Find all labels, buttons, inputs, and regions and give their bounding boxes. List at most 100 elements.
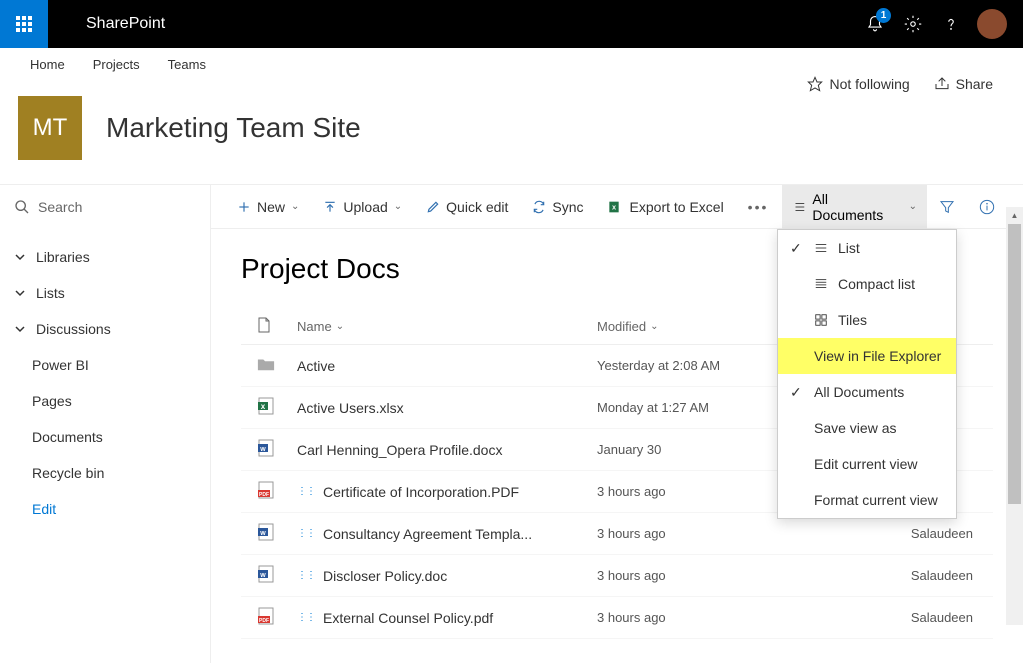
app-launcher[interactable]: [0, 0, 48, 48]
dd-format-view[interactable]: Format current view: [778, 482, 956, 518]
share-button[interactable]: Share: [934, 76, 993, 92]
left-column: Search Libraries Lists Discussions Power…: [0, 185, 210, 663]
col-name-header[interactable]: Name ⌄: [297, 319, 597, 334]
upload-icon: [323, 200, 337, 214]
vertical-scrollbar[interactable]: ▲: [1006, 207, 1023, 625]
tiles-icon: [814, 313, 828, 327]
new-indicator: ⋮⋮: [297, 570, 315, 581]
topnav-projects[interactable]: Projects: [93, 57, 140, 72]
modified-by: Salaudeen: [797, 526, 993, 541]
avatar[interactable]: [977, 9, 1007, 39]
topnav-home[interactable]: Home: [30, 57, 65, 72]
dd-compact[interactable]: Compact list: [778, 266, 956, 302]
view-dropdown: ✓ List Compact list Tiles View in File E…: [777, 229, 957, 519]
notifications-button[interactable]: 1: [863, 12, 887, 36]
file-name[interactable]: ⋮⋮Discloser Policy.doc: [297, 568, 597, 584]
check-icon: ✓: [790, 384, 804, 401]
file-name[interactable]: Active Users.xlsx: [297, 400, 597, 416]
dd-label: Tiles: [838, 312, 867, 328]
nav-item-recyclebin[interactable]: Recycle bin: [0, 455, 210, 491]
site-header: MT Marketing Team Site: [0, 80, 1023, 184]
modified-date: January 30: [597, 442, 797, 457]
follow-share-row: Not following Share: [807, 76, 993, 92]
nav-section-label: Discussions: [36, 321, 111, 337]
scroll-thumb[interactable]: [1008, 224, 1021, 504]
modified-date: 3 hours ago: [597, 610, 797, 625]
view-selector[interactable]: All Documents ⌄: [782, 185, 927, 229]
dd-label: List: [838, 240, 860, 256]
nav-item-powerbi[interactable]: Power BI: [0, 347, 210, 383]
sync-button[interactable]: Sync: [522, 185, 593, 229]
plus-icon: [237, 200, 251, 214]
dd-save-as[interactable]: Save view as: [778, 410, 956, 446]
nav-item-pages[interactable]: Pages: [0, 383, 210, 419]
topnav-teams[interactable]: Teams: [168, 57, 206, 72]
filter-button[interactable]: [927, 185, 967, 229]
site-title[interactable]: Marketing Team Site: [106, 112, 361, 144]
info-button[interactable]: [967, 185, 1007, 229]
nav-item-documents[interactable]: Documents: [0, 419, 210, 455]
dd-label: Edit current view: [814, 456, 917, 472]
search-icon: [14, 199, 30, 215]
file-name[interactable]: ⋮⋮External Counsel Policy.pdf: [297, 610, 597, 626]
cmd-label: Export to Excel: [630, 199, 724, 215]
table-row[interactable]: w⋮⋮Consultancy Agreement Templa...3 hour…: [241, 513, 993, 555]
nav-section-lists[interactable]: Lists: [0, 275, 210, 311]
new-indicator: ⋮⋮: [297, 528, 315, 539]
dd-label: All Documents: [814, 384, 904, 400]
more-button[interactable]: •••: [738, 185, 779, 229]
follow-label: Not following: [829, 76, 909, 92]
modified-by: Salaudeen: [797, 568, 993, 583]
follow-button[interactable]: Not following: [807, 76, 909, 92]
chevron-down-icon: ⌄: [336, 321, 344, 332]
left-nav: Libraries Lists Discussions Power BI Pag…: [0, 229, 210, 537]
dd-edit-view[interactable]: Edit current view: [778, 446, 956, 482]
list-icon: [814, 241, 828, 255]
scroll-up-arrow[interactable]: ▲: [1006, 207, 1023, 224]
table-row[interactable]: w⋮⋮Discloser Policy.doc3 hours agoSalaud…: [241, 555, 993, 597]
nav-item-edit[interactable]: Edit: [0, 491, 210, 527]
search-box[interactable]: Search: [0, 185, 210, 229]
app-name[interactable]: SharePoint: [86, 15, 165, 33]
file-type-icon: x: [241, 397, 297, 418]
suite-bar: SharePoint 1: [0, 0, 1023, 48]
svg-text:w: w: [259, 446, 266, 453]
settings-button[interactable]: [901, 12, 925, 36]
dd-label: Save view as: [814, 420, 896, 436]
quick-edit-button[interactable]: Quick edit: [416, 185, 518, 229]
sync-icon: [532, 200, 546, 214]
export-excel-button[interactable]: x Export to Excel: [598, 185, 734, 229]
dd-list[interactable]: ✓ List: [778, 230, 956, 266]
file-type-icon: w: [241, 523, 297, 544]
file-name[interactable]: ⋮⋮Certificate of Incorporation.PDF: [297, 484, 597, 500]
modified-date: 3 hours ago: [597, 484, 797, 499]
excel-icon: x: [608, 199, 624, 215]
file-name[interactable]: Active: [297, 358, 597, 374]
dd-file-explorer[interactable]: View in File Explorer: [778, 338, 956, 374]
dd-all-documents[interactable]: ✓ All Documents: [778, 374, 956, 410]
chevron-down-icon: ⌄: [291, 201, 299, 212]
dd-label: Compact list: [838, 276, 915, 292]
file-name[interactable]: ⋮⋮Consultancy Agreement Templa...: [297, 526, 597, 542]
share-label: Share: [956, 76, 993, 92]
dd-tiles[interactable]: Tiles: [778, 302, 956, 338]
right-column: New ⌄ Upload ⌄ Quick edit Sync x Export …: [210, 185, 1023, 663]
col-modified-header[interactable]: Modified ⌄: [597, 319, 797, 334]
table-row[interactable]: PDF ⋮⋮External Counsel Policy.pdf3 hours …: [241, 597, 993, 639]
svg-text:PDF: PDF: [259, 618, 269, 624]
file-type-icon: w: [241, 565, 297, 586]
col-type-icon[interactable]: [241, 317, 297, 336]
help-button[interactable]: [939, 12, 963, 36]
svg-text:PDF: PDF: [259, 492, 269, 498]
check-icon: ✓: [790, 240, 804, 257]
star-icon: [807, 76, 823, 92]
site-logo[interactable]: MT: [18, 96, 82, 160]
new-button[interactable]: New ⌄: [227, 185, 309, 229]
new-indicator: ⋮⋮: [297, 612, 315, 623]
file-name[interactable]: Carl Henning_Opera Profile.docx: [297, 442, 597, 458]
nav-section-discussions[interactable]: Discussions: [0, 311, 210, 347]
nav-section-libraries[interactable]: Libraries: [0, 239, 210, 275]
upload-button[interactable]: Upload ⌄: [313, 185, 412, 229]
nav-section-label: Libraries: [36, 249, 90, 265]
cmd-label: New: [257, 199, 285, 215]
